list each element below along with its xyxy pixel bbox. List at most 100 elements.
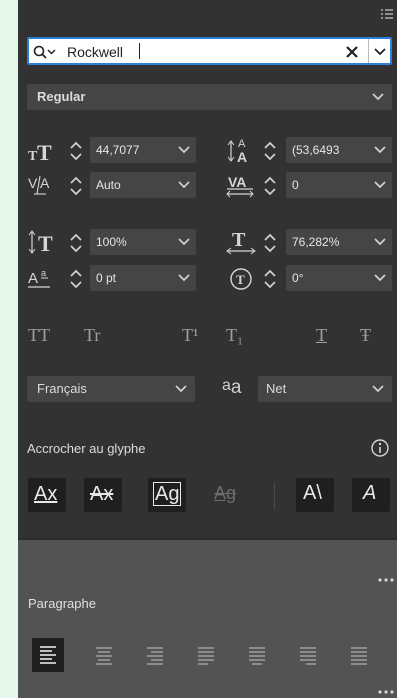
more-options-icon[interactable] — [378, 689, 394, 695]
chevron-down-icon[interactable] — [178, 238, 190, 246]
justify-last-center-button[interactable] — [243, 641, 271, 669]
snap-x-height-icon: Ax — [90, 483, 114, 505]
align-left-icon — [40, 646, 56, 664]
horizontal-scale-icon: T — [226, 229, 256, 255]
font-style-value: Regular — [37, 89, 86, 104]
chevron-down-icon[interactable] — [178, 146, 190, 154]
chevron-down-icon[interactable] — [178, 274, 190, 282]
kerning-value[interactable]: Auto — [96, 178, 121, 192]
chevron-down-icon[interactable] — [178, 181, 190, 189]
tracking-value[interactable]: 0 — [292, 178, 299, 192]
chevron-down-icon[interactable] — [374, 146, 386, 154]
leading-value[interactable]: (53,6493 — [292, 143, 370, 157]
font-size-field[interactable]: 44,7077 — [90, 137, 196, 163]
tracking-field[interactable]: 0 — [286, 172, 392, 198]
horizontal-scale-field[interactable]: 76,282% — [286, 229, 392, 255]
svg-text:A: A — [28, 270, 38, 287]
justify-last-left-button[interactable] — [192, 641, 220, 669]
font-style-dropdown[interactable]: Regular — [27, 84, 392, 110]
case-buttons-row: TT Tr T¹ T₁ T Ŧ — [28, 325, 388, 349]
font-size-stepper[interactable] — [69, 139, 83, 163]
leading-stepper[interactable] — [263, 139, 277, 163]
clear-icon[interactable] — [345, 45, 359, 59]
kerning-stepper[interactable] — [69, 174, 83, 198]
all-caps-button[interactable]: TT — [28, 325, 50, 346]
chevron-down-icon — [372, 385, 384, 393]
divider — [274, 482, 275, 510]
svg-text:V: V — [28, 175, 38, 191]
snap-x-height-button[interactable]: Ax — [84, 478, 122, 512]
chevron-down-icon[interactable] — [374, 181, 386, 189]
language-value: Français — [37, 381, 87, 396]
divider — [368, 39, 369, 63]
chevron-down-icon[interactable] — [374, 238, 386, 246]
antialiasing-value: Net — [266, 381, 287, 396]
antialiasing-dropdown[interactable]: Net — [258, 376, 392, 402]
svg-text:A: A — [40, 175, 50, 191]
horizontal-scale-value[interactable]: 76,282% — [292, 235, 339, 249]
svg-text:T: T — [232, 229, 246, 251]
snap-baseline-icon: Ax — [34, 483, 58, 505]
snap-to-glyph-label: Accrocher au glyphe — [27, 441, 146, 456]
snap-proximity-guides-icon: Ag — [214, 483, 237, 503]
leading-field[interactable]: (53,6493 — [286, 137, 392, 163]
superscript-button[interactable]: T¹ — [182, 325, 198, 346]
chevron-down-icon — [372, 93, 384, 101]
info-icon[interactable] — [370, 438, 390, 458]
align-center-button[interactable] — [90, 641, 118, 669]
svg-text:T: T — [38, 231, 53, 254]
chevron-down-icon[interactable] — [374, 274, 386, 282]
justify-last-right-button[interactable] — [294, 641, 322, 669]
snap-angular-guides-icon: A\ — [303, 482, 322, 504]
snap-glyph-bounds-icon: Ag — [153, 482, 182, 506]
panel-menu-icon[interactable] — [381, 8, 393, 20]
character-rotation-icon: T — [230, 268, 252, 290]
snap-glyph-bounds-button[interactable]: Ag — [148, 478, 186, 512]
snap-baseline-button[interactable]: Ax — [28, 478, 66, 512]
snap-angular-guides-button[interactable]: A\ — [296, 478, 334, 512]
strikethrough-button[interactable]: Ŧ — [360, 325, 371, 346]
font-family-search-input[interactable]: Rockwell — [27, 37, 392, 65]
chevron-down-icon — [175, 385, 187, 393]
antialiasing-icon: aa — [222, 377, 242, 398]
vertical-scale-icon: T — [28, 230, 53, 254]
vertical-scale-value[interactable]: 100% — [96, 235, 127, 249]
baseline-shift-field[interactable]: 0 pt — [90, 265, 196, 291]
kerning-field[interactable]: Auto — [90, 172, 196, 198]
character-rotation-field[interactable]: 0° — [286, 265, 392, 291]
language-dropdown[interactable]: Français — [27, 376, 195, 402]
svg-text:A: A — [237, 149, 247, 164]
align-left-button[interactable] — [32, 638, 64, 672]
vertical-scale-field[interactable]: 100% — [90, 229, 196, 255]
search-icon — [33, 45, 56, 59]
justify-all-button[interactable] — [345, 641, 373, 669]
svg-text:a: a — [41, 268, 46, 278]
snap-proximity-guides-button[interactable]: Ag — [208, 478, 246, 512]
more-options-icon[interactable] — [378, 577, 394, 583]
font-size-value[interactable]: 44,7077 — [96, 143, 139, 157]
baseline-shift-value[interactable]: 0 pt — [96, 271, 116, 285]
tracking-icon: VA — [226, 174, 254, 198]
svg-text:VA: VA — [228, 174, 246, 190]
text-caret — [139, 43, 140, 59]
svg-text:T: T — [236, 272, 245, 287]
subscript-button[interactable]: T₁ — [226, 325, 243, 346]
small-caps-button[interactable]: Tr — [84, 325, 100, 346]
paragraph-section-title: Paragraphe — [28, 596, 96, 611]
character-rotation-stepper[interactable] — [263, 267, 277, 291]
snap-anchor-point-icon: A — [363, 482, 377, 504]
font-family-value[interactable]: Rockwell — [67, 44, 123, 60]
tracking-stepper[interactable] — [263, 174, 277, 198]
underline-button[interactable]: T — [316, 325, 327, 346]
leading-icon: A A — [227, 138, 247, 164]
character-rotation-value[interactable]: 0° — [292, 271, 303, 285]
baseline-shift-stepper[interactable] — [69, 267, 83, 291]
snap-anchor-point-button[interactable]: A — [352, 478, 390, 512]
horizontal-scale-stepper[interactable] — [263, 231, 277, 255]
align-right-button[interactable] — [141, 641, 169, 669]
kerning-icon: V A — [28, 175, 50, 195]
vertical-scale-stepper[interactable] — [69, 231, 83, 255]
section-divider — [18, 538, 397, 540]
svg-text:T: T — [37, 140, 52, 162]
font-family-dropdown-chevron-icon[interactable] — [373, 47, 387, 57]
